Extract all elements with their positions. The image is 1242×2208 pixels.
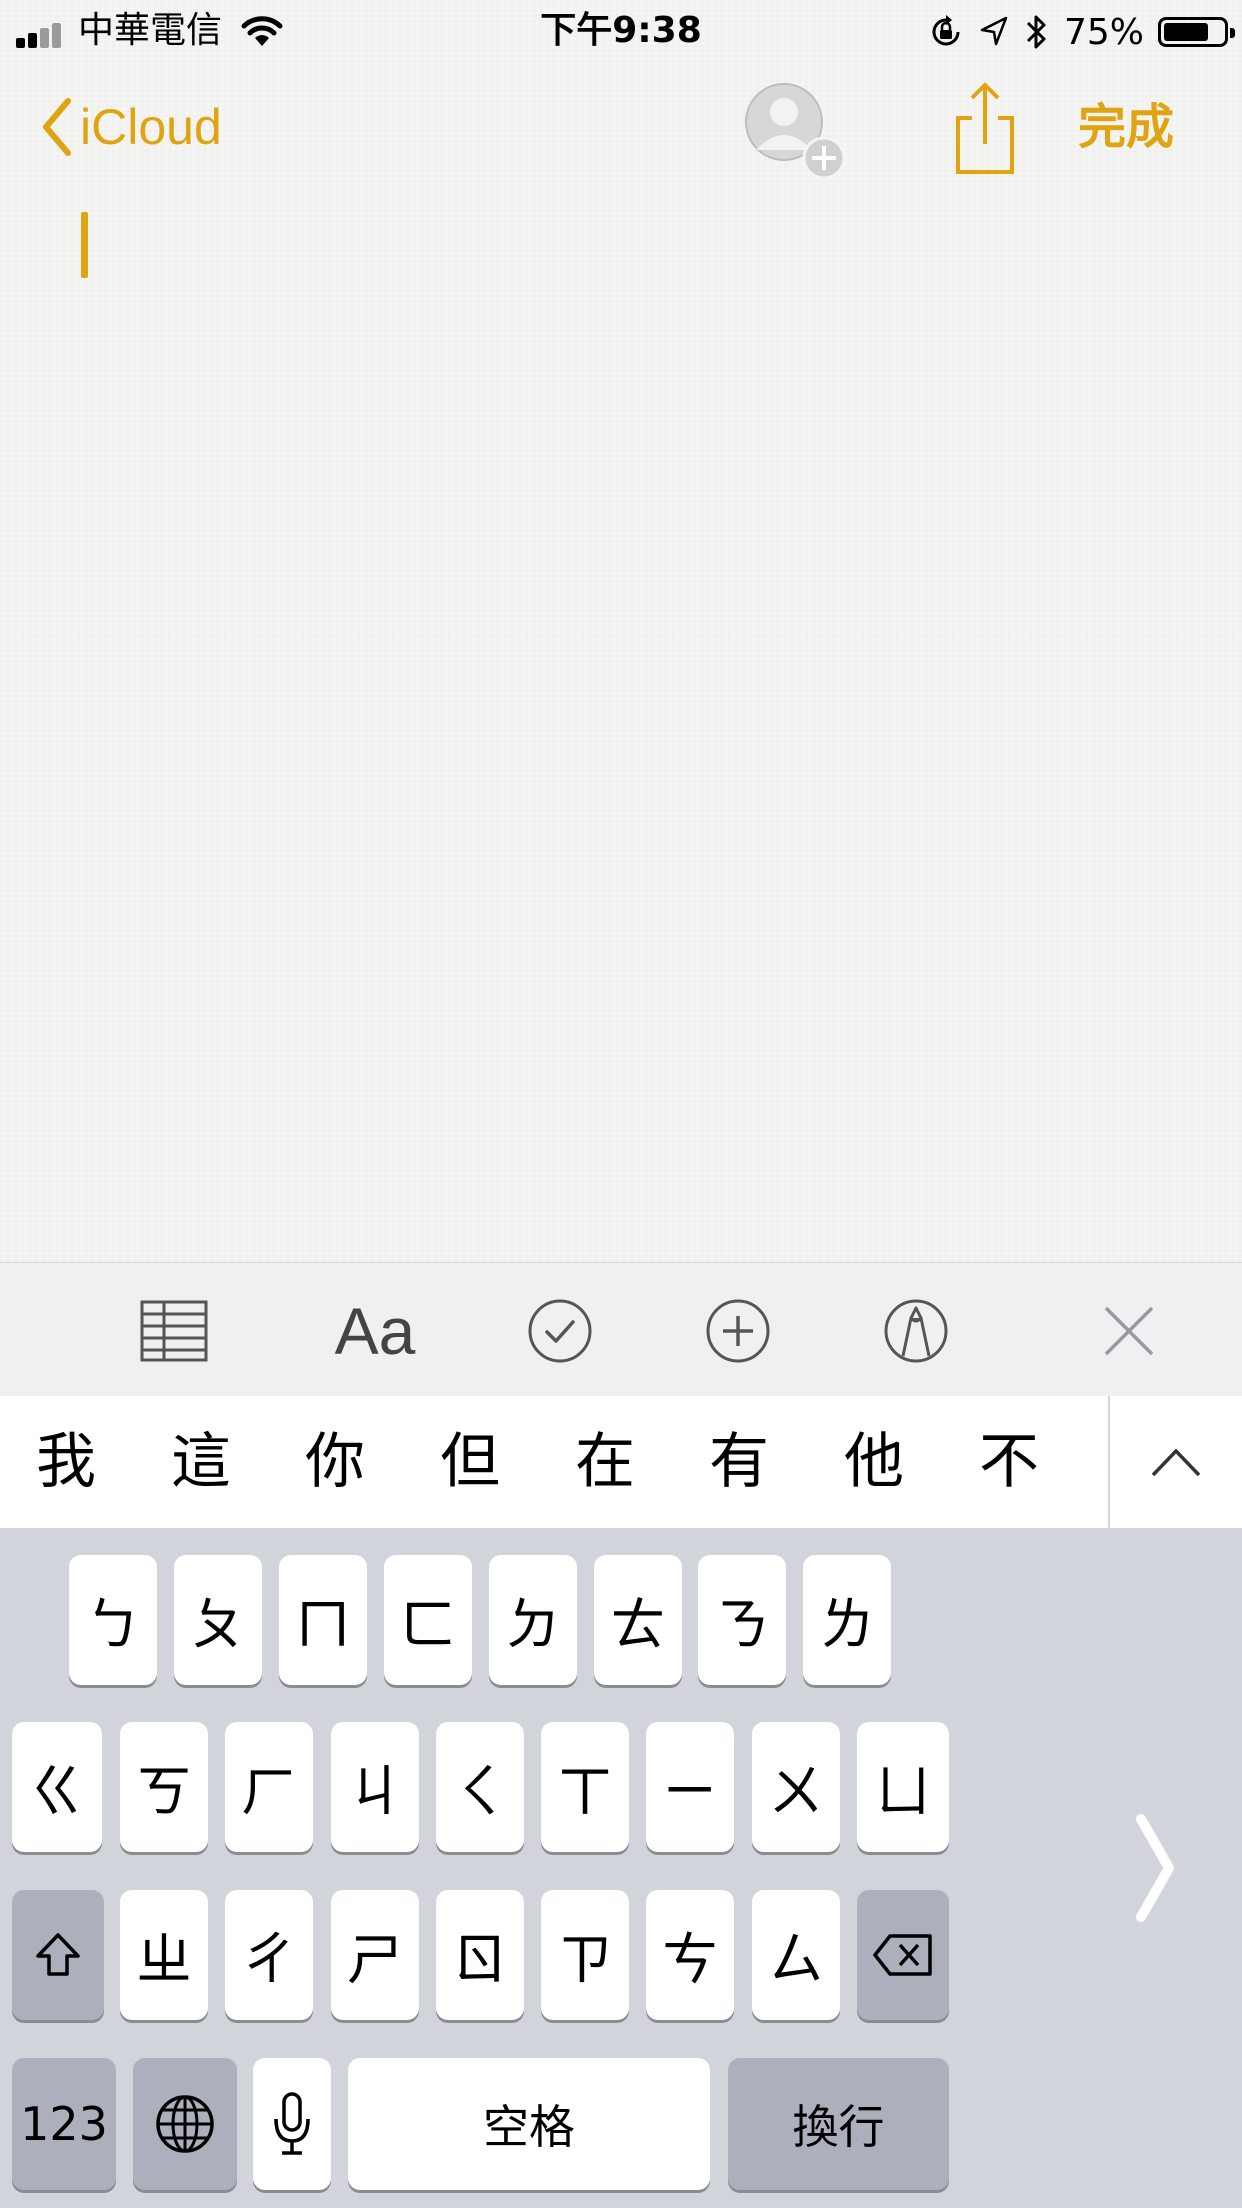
zhuyin-key[interactable]: ㄇ: [279, 1555, 367, 1685]
candidate-word[interactable]: 他: [829, 1418, 919, 1506]
candidate-word[interactable]: 這: [156, 1418, 246, 1506]
text-style-icon: Aa: [334, 1294, 416, 1368]
table-icon: [140, 1300, 208, 1362]
zhuyin-key[interactable]: ㄨ: [752, 1722, 840, 1852]
zhuyin-key[interactable]: ㄈ: [384, 1555, 472, 1685]
candidate-word[interactable]: 不: [964, 1418, 1054, 1506]
checklist-button[interactable]: [524, 1293, 596, 1369]
table-button[interactable]: [138, 1293, 210, 1369]
space-key[interactable]: 空格: [348, 2058, 710, 2190]
candidate-bar: 我 這 你 但 在 有 他 不: [0, 1396, 1242, 1529]
zhuyin-key[interactable]: ㄌ: [803, 1555, 891, 1685]
add-icon: [706, 1299, 770, 1363]
bluetooth-icon: [1026, 15, 1046, 49]
chevron-up-icon: [1151, 1448, 1201, 1477]
markup-icon: [884, 1299, 948, 1363]
next-page-button[interactable]: [1120, 1798, 1190, 1938]
zhuyin-key[interactable]: ㄑ: [436, 1722, 524, 1852]
zhuyin-key[interactable]: ㄕ: [331, 1890, 419, 2020]
battery-percentage: 75%: [1063, 11, 1144, 53]
add-attachment-button[interactable]: [702, 1293, 774, 1369]
format-toolbar: Aa: [0, 1262, 1242, 1398]
zhuyin-key[interactable]: ㄓ: [120, 1890, 208, 2020]
chevron-right-icon: [1136, 1814, 1174, 1922]
candidate-word[interactable]: 有: [694, 1418, 784, 1506]
microphone-icon: [274, 2092, 310, 2155]
zhuyin-key[interactable]: ㄧ: [646, 1722, 734, 1852]
numbers-key[interactable]: 123: [12, 2058, 116, 2190]
zhuyin-key[interactable]: ㄔ: [225, 1890, 313, 2020]
candidate-word[interactable]: 我: [21, 1418, 111, 1506]
zhuyin-key[interactable]: ㄐ: [331, 1722, 419, 1852]
checklist-icon: [528, 1299, 592, 1363]
zhuyin-key[interactable]: ㄗ: [541, 1890, 629, 2020]
zhuyin-key[interactable]: ㄩ: [857, 1722, 949, 1852]
zhuyin-key[interactable]: ㄘ: [646, 1890, 734, 2020]
chevron-left-icon: [43, 98, 71, 156]
zhuyin-key[interactable]: ㄆ: [174, 1555, 262, 1685]
shift-arrow-icon: [36, 1933, 80, 1976]
candidate-word[interactable]: 你: [290, 1418, 380, 1506]
close-icon: [1104, 1306, 1154, 1356]
shift-key[interactable]: [12, 1890, 104, 2020]
text-style-button[interactable]: Aa: [320, 1293, 430, 1369]
back-button[interactable]: iCloud: [40, 92, 222, 162]
battery-icon: [1158, 17, 1235, 47]
location-arrow-icon: [980, 16, 1008, 46]
candidate-word[interactable]: 但: [425, 1418, 515, 1506]
zhuyin-key[interactable]: ㄏ: [225, 1722, 313, 1852]
return-key[interactable]: 換行: [728, 2058, 949, 2190]
status-bar: 中華電信 下午9:38 75%: [0, 0, 1242, 62]
add-people-button[interactable]: [742, 80, 852, 180]
navigation-bar: iCloud 完成: [0, 62, 1242, 192]
back-label: iCloud: [80, 99, 222, 155]
zhuyin-key[interactable]: ㄖ: [436, 1890, 524, 2020]
text-cursor: [81, 212, 88, 278]
share-button[interactable]: [950, 80, 1020, 180]
orientation-lock-icon: [932, 15, 960, 46]
zhuyin-key[interactable]: ㄉ: [489, 1555, 577, 1685]
zhuyin-key[interactable]: ㄅ: [69, 1555, 157, 1685]
zhuyin-key[interactable]: ㄋ: [698, 1555, 786, 1685]
zhuyin-key[interactable]: ㄒ: [541, 1722, 629, 1852]
done-button[interactable]: 完成: [1078, 92, 1174, 162]
dictation-key[interactable]: [253, 2058, 331, 2190]
delete-key[interactable]: [857, 1890, 949, 2020]
close-toolbar-button[interactable]: [1098, 1293, 1160, 1369]
expand-candidates-button[interactable]: [1110, 1396, 1242, 1528]
candidate-word[interactable]: 在: [560, 1418, 650, 1506]
zhuyin-key[interactable]: ㄍ: [12, 1722, 102, 1852]
zhuyin-key[interactable]: ㄎ: [120, 1722, 208, 1852]
zhuyin-key[interactable]: ㄙ: [752, 1890, 840, 2020]
zhuyin-key[interactable]: ㄊ: [594, 1555, 682, 1685]
keyboard: ㄅ ㄆ ㄇ ㄈ ㄉ ㄊ ㄋ ㄌ ㄍ ㄎ ㄏ ㄐ ㄑ ㄒ ㄧ ㄨ ㄩ ㄓ ㄔ ㄕ …: [0, 1528, 1242, 2208]
markup-button[interactable]: [880, 1293, 952, 1369]
backspace-icon: [873, 1934, 932, 1976]
globe-icon: [156, 2095, 214, 2153]
globe-key[interactable]: [133, 2058, 237, 2190]
